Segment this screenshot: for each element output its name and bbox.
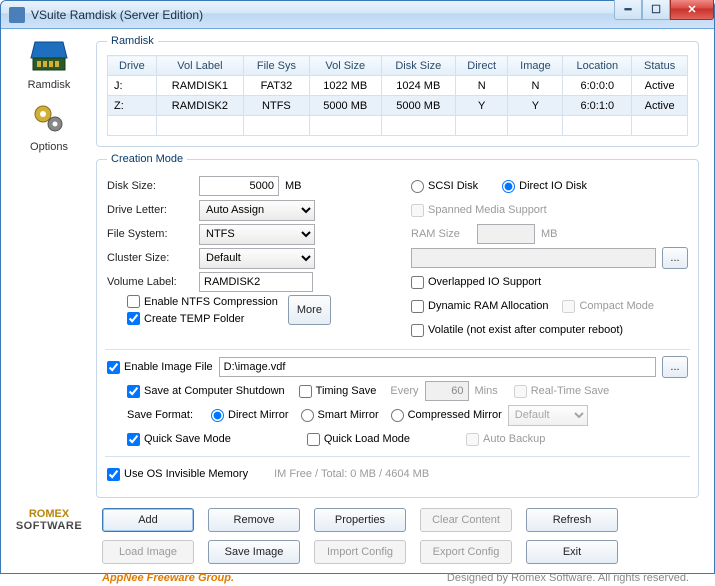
group-legend: Creation Mode — [107, 153, 187, 165]
remove-button[interactable]: Remove — [208, 508, 300, 532]
save-format-label: Save Format: — [127, 409, 205, 421]
ram-size-unit: MB — [541, 228, 558, 240]
location-input — [411, 248, 656, 268]
spanned-media-checkbox[interactable]: Spanned Media Support — [411, 204, 547, 217]
quick-save-mode-checkbox[interactable]: Quick Save Mode — [127, 433, 231, 446]
disk-size-input[interactable] — [199, 176, 279, 196]
sidebar-tab-options[interactable]: Options — [12, 101, 86, 153]
clear-content-button[interactable]: Clear Content — [420, 508, 512, 532]
smart-mirror-radio[interactable]: Smart Mirror — [301, 409, 379, 422]
scsi-disk-radio[interactable]: SCSI Disk — [411, 180, 478, 193]
col-drive[interactable]: Drive — [108, 56, 157, 76]
cluster-size-select[interactable]: Default — [199, 248, 315, 269]
auto-backup-checkbox[interactable]: Auto Backup — [466, 433, 545, 446]
file-system-select[interactable]: NTFS — [199, 224, 315, 245]
app-icon — [9, 7, 25, 23]
col-location[interactable]: Location — [563, 56, 632, 76]
sidebar: Ramdisk Options ROMEX SOFTWARE — [2, 29, 96, 572]
table-row[interactable]: J: RAMDISK1 FAT32 1022 MB 1024 MB N N 6:… — [108, 76, 688, 96]
table-row[interactable]: Z: RAMDISK2 NTFS 5000 MB 5000 MB Y Y 6:0… — [108, 96, 688, 116]
enable-image-file-checkbox[interactable]: Enable Image File — [107, 361, 213, 374]
gears-icon — [27, 101, 71, 137]
location-browse-button[interactable]: ... — [662, 247, 688, 269]
creation-mode-group: Creation Mode Disk Size: MB Drive Letter… — [96, 153, 699, 498]
save-at-shutdown-checkbox[interactable]: Save at Computer Shutdown — [127, 385, 285, 398]
compact-mode-checkbox[interactable]: Compact Mode — [562, 300, 654, 313]
sidebar-tab-label: Ramdisk — [12, 79, 86, 91]
col-disksize[interactable]: Disk Size — [381, 56, 455, 76]
volatile-checkbox[interactable]: Volatile (not exist after computer reboo… — [411, 324, 623, 337]
every-label: Every — [390, 385, 418, 397]
enable-ntfs-compression-checkbox[interactable]: Enable NTFS Compression — [127, 295, 278, 308]
refresh-button[interactable]: Refresh — [526, 508, 618, 532]
group-legend: Ramdisk — [107, 35, 158, 47]
im-free-total: IM Free / Total: 0 MB / 4604 MB — [274, 468, 429, 480]
quick-load-mode-checkbox[interactable]: Quick Load Mode — [307, 433, 410, 446]
image-file-browse-button[interactable]: ... — [662, 356, 688, 378]
load-image-button[interactable]: Load Image — [102, 540, 194, 564]
col-image[interactable]: Image — [508, 56, 563, 76]
image-file-path-input[interactable] — [219, 357, 656, 377]
ramdisk-table[interactable]: Drive Vol Label File Sys Vol Size Disk S… — [107, 55, 688, 136]
sidebar-tab-label: Options — [12, 141, 86, 153]
file-system-label: File System: — [107, 228, 193, 240]
import-config-button[interactable]: Import Config — [314, 540, 406, 564]
create-temp-folder-checkbox[interactable]: Create TEMP Folder — [127, 312, 278, 325]
overlapped-io-checkbox[interactable]: Overlapped IO Support — [411, 276, 541, 289]
titlebar[interactable]: VSuite Ramdisk (Server Edition) ━ ☐ ✕ — [1, 1, 714, 29]
exit-button[interactable]: Exit — [526, 540, 618, 564]
ramdisk-list-group: Ramdisk Drive Vol Label File Sys Vol Siz… — [96, 35, 699, 147]
more-button[interactable]: More — [288, 295, 331, 325]
dynamic-ram-checkbox[interactable]: Dynamic RAM Allocation — [411, 300, 548, 313]
ramdisk-icon — [27, 39, 71, 75]
vendor-logo: ROMEX SOFTWARE — [9, 508, 89, 532]
disk-size-unit: MB — [285, 180, 302, 192]
col-status[interactable]: Status — [632, 56, 688, 76]
real-time-save-checkbox[interactable]: Real-Time Save — [514, 385, 609, 398]
col-vollabel[interactable]: Vol Label — [156, 56, 243, 76]
sidebar-tab-ramdisk[interactable]: Ramdisk — [12, 39, 86, 91]
save-image-button[interactable]: Save Image — [208, 540, 300, 564]
table-row[interactable] — [108, 116, 688, 136]
export-config-button[interactable]: Export Config — [420, 540, 512, 564]
maximize-button[interactable]: ☐ — [642, 0, 670, 20]
volume-label-input[interactable] — [199, 272, 313, 292]
cluster-size-label: Cluster Size: — [107, 252, 193, 264]
timing-interval-input — [425, 381, 469, 401]
properties-button[interactable]: Properties — [314, 508, 406, 532]
col-direct[interactable]: Direct — [455, 56, 508, 76]
volume-label-label: Volume Label: — [107, 276, 193, 288]
minimize-button[interactable]: ━ — [614, 0, 642, 20]
col-volsize[interactable]: Vol Size — [309, 56, 381, 76]
ram-size-label: RAM Size — [411, 228, 471, 240]
window-title: VSuite Ramdisk (Server Edition) — [31, 8, 614, 22]
col-fs[interactable]: File Sys — [244, 56, 310, 76]
drive-letter-select[interactable]: Auto Assign — [199, 200, 315, 221]
direct-mirror-radio[interactable]: Direct Mirror — [211, 409, 289, 422]
close-button[interactable]: ✕ — [670, 0, 714, 20]
compressed-mirror-radio[interactable]: Compressed Mirror — [391, 409, 502, 422]
timing-save-checkbox[interactable]: Timing Save — [299, 385, 377, 398]
compression-level-select: Default — [508, 405, 588, 426]
use-os-invisible-memory-checkbox[interactable]: Use OS Invisible Memory — [107, 468, 248, 481]
app-window: VSuite Ramdisk (Server Edition) ━ ☐ ✕ Ra… — [0, 0, 715, 574]
ram-size-input — [477, 224, 535, 244]
mins-label: Mins — [475, 385, 498, 397]
add-button[interactable]: Add — [102, 508, 194, 532]
direct-io-disk-radio[interactable]: Direct IO Disk — [502, 180, 587, 193]
disk-size-label: Disk Size: — [107, 180, 193, 192]
drive-letter-label: Drive Letter: — [107, 204, 193, 216]
